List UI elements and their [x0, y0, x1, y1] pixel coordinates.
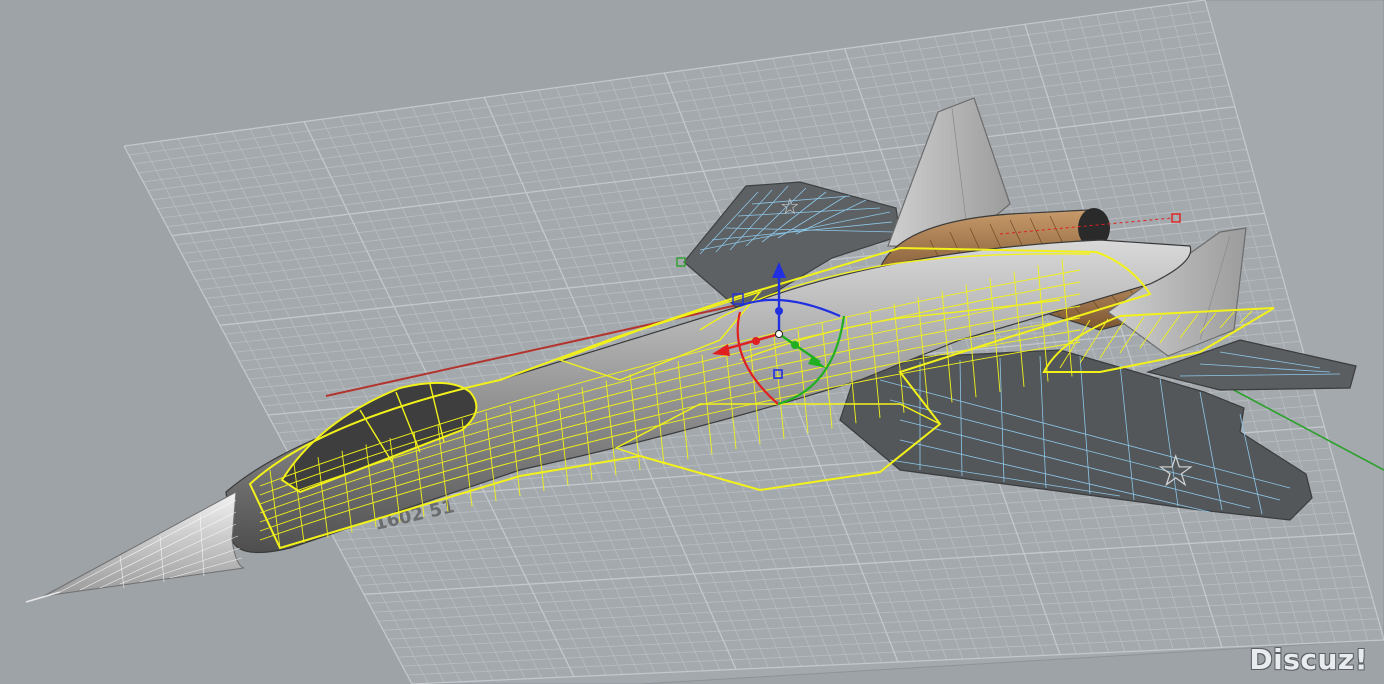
wing-star-marking-left: ☆ — [780, 195, 800, 220]
perspective-viewport[interactable]: ☆ ☆ 1602 51 — [0, 0, 1384, 684]
pitot-probe — [25, 591, 61, 603]
gizmo-y-scale-handle[interactable] — [791, 341, 799, 349]
wing-star-marking-right: ☆ — [1156, 446, 1195, 497]
gizmo-center[interactable] — [775, 330, 783, 338]
watermark: Discuz! — [1249, 643, 1368, 676]
gizmo-z-scale-handle[interactable] — [775, 307, 783, 315]
viewport-canvas[interactable]: ☆ ☆ 1602 51 — [0, 0, 1384, 684]
gizmo-x-scale-handle[interactable] — [752, 337, 760, 345]
